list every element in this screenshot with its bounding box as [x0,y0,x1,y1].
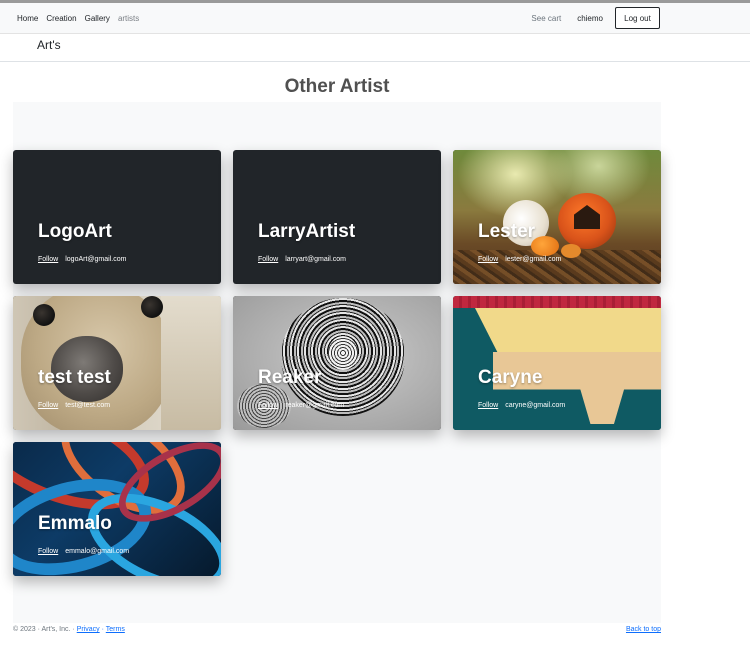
artist-name: LogoArt [38,221,112,242]
artist-meta: Follow emmalo@gmail.com [38,548,129,555]
artist-card-emmalo[interactable]: Emmalo Follow emmalo@gmail.com [13,442,221,576]
artist-card-reaker[interactable]: Reaker Follow reaker@gmail.com [233,296,441,430]
nav-link-gallery[interactable]: Gallery [85,14,110,23]
follow-link[interactable]: Follow [38,548,58,555]
nav-link-home[interactable]: Home [17,14,38,23]
artist-meta: Follow reaker@gmail.com [258,402,344,409]
footer-separator: · [101,626,104,633]
follow-link[interactable]: Follow [478,256,498,263]
username-label: chiemo [577,13,603,23]
artist-name: LarryArtist [258,221,356,242]
logout-button[interactable]: Log out [615,7,660,29]
artist-email: reaker@gmail.com [285,402,345,409]
follow-link[interactable]: Follow [258,256,278,263]
artist-email: larryart@gmail.com [285,256,347,263]
follow-link[interactable]: Follow [38,402,58,409]
see-cart-link[interactable]: See cart [531,14,561,23]
artist-email: logoArt@gmail.com [65,256,127,263]
back-to-top-link[interactable]: Back to top [626,626,661,633]
artist-email: lester@gmail.com [505,256,562,263]
artist-name: Lester [478,221,536,242]
artist-email: emmalo@gmail.com [65,548,130,555]
footer: © 2023 · Art's, Inc. · Privacy · Terms B… [13,626,661,638]
artist-meta: Follow logoArt@gmail.com [38,256,126,263]
nav-links: Home Creation Gallery artists [17,3,139,33]
artist-meta: Follow lester@gmail.com [478,256,561,263]
nav-link-artists[interactable]: artists [118,14,139,23]
artist-grid: LogoArt Follow logoArt@gmail.com LarryAr… [13,102,661,623]
footer-copyright: © 2023 · Art's, Inc. · [13,626,75,633]
artist-card-larryartist[interactable]: LarryArtist Follow larryart@gmail.com [233,150,441,284]
tree-rings-image [233,296,441,430]
artist-card-caryne[interactable]: Caryne Follow caryne@gmail.com [453,296,661,430]
artist-email: caryne@gmail.com [505,402,566,409]
artist-card-lester[interactable]: Lester Follow lester@gmail.com [453,150,661,284]
dog-closeup-image [13,296,221,430]
follow-link[interactable]: Follow [38,256,58,263]
colorful-architecture-image [453,296,661,430]
artist-meta: Follow caryne@gmail.com [478,402,565,409]
follow-link[interactable]: Follow [258,402,278,409]
artist-card-logoart[interactable]: LogoArt Follow logoArt@gmail.com [13,150,221,284]
top-navbar: Home Creation Gallery artists See cart c… [0,3,750,34]
artist-name: Caryne [478,367,543,388]
artist-card-test-test[interactable]: test test Follow test@test.com [13,296,221,430]
artist-meta: Follow larryart@gmail.com [258,256,346,263]
halloween-pumpkins-image [453,150,661,284]
follow-link[interactable]: Follow [478,402,498,409]
artist-email: test@test.com [65,402,111,409]
artist-name: Reaker [258,367,322,388]
nav-link-creation[interactable]: Creation [46,14,76,23]
artist-meta: Follow test@test.com [38,402,110,409]
brand-name[interactable]: Art's [37,38,61,52]
privacy-link[interactable]: Privacy [77,626,100,633]
nav-user-area: See cart chiemo Log out [531,3,660,33]
page-title: Other Artist [284,76,390,97]
brand-bar: Art's [0,34,750,62]
terms-link[interactable]: Terms [106,626,125,633]
artist-name: Emmalo [38,513,112,534]
fluid-paint-image [13,442,221,576]
artist-name: test test [38,367,111,388]
